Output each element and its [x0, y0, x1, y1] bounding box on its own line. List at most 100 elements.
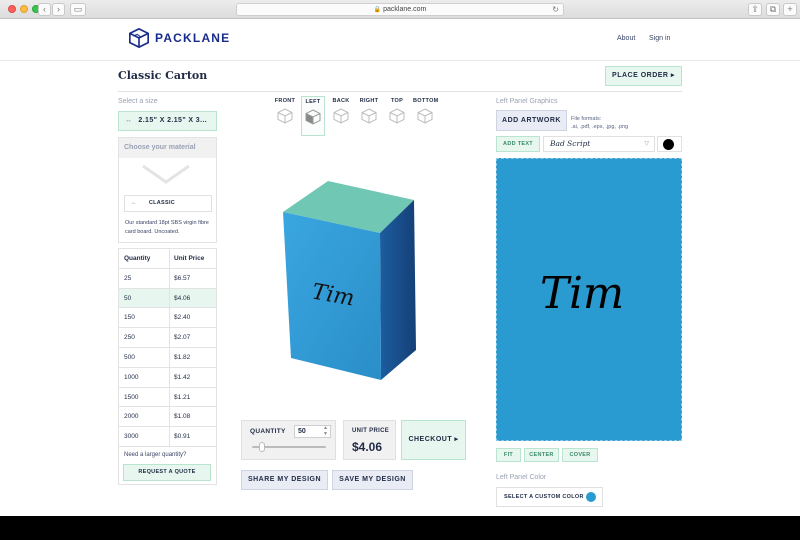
save-design-button[interactable]: SAVE MY DESIGN	[332, 470, 413, 490]
resize-arrows-icon: ↔	[131, 200, 137, 206]
pricing-table: Quantity Unit Price 25 $6.57 50 $4.06 150 $…	[118, 248, 217, 447]
box-3d-preview[interactable]: Tim	[270, 178, 440, 388]
canvas-artwork[interactable]: Tim	[497, 159, 681, 440]
unit-price-value: $4.06	[352, 440, 383, 454]
minimize-window-button[interactable]	[20, 5, 28, 13]
center-button[interactable]: CENTER	[524, 448, 559, 462]
request-quote-button[interactable]: REQUEST A QUOTE	[123, 464, 211, 481]
sidebar-toggle-icon[interactable]: ▭	[70, 3, 86, 16]
view-label: TOP	[390, 98, 404, 104]
material-option-classic[interactable]: ↔ CLASSIC	[124, 195, 212, 212]
table-row[interactable]: 1000 $1.42	[119, 367, 216, 388]
quantity-control: QUANTITY 50 ▲ ▼	[241, 420, 336, 460]
font-value: Bad Script	[550, 139, 591, 148]
quantity-cell: 250	[119, 328, 170, 347]
share-design-button[interactable]: SHARE MY DESIGN	[241, 470, 328, 490]
table-row-selected[interactable]: 50 $4.06	[119, 288, 216, 309]
material-description: Our standard 18pt SBS virgin fibre card …	[125, 220, 209, 235]
nav-signin-link[interactable]: Sign in	[649, 35, 670, 42]
quantity-cell: 50	[119, 288, 170, 308]
text-color-swatch[interactable]	[663, 139, 674, 150]
quantity-cell: 1000	[119, 367, 170, 387]
cube-front-icon	[277, 108, 293, 124]
cube-right-icon	[361, 108, 377, 124]
address-bar[interactable]: 🔒 packlane.com ↻	[236, 3, 564, 16]
cube-top-icon	[389, 108, 405, 124]
quantity-value: 50	[298, 428, 306, 435]
back-arrow-icon[interactable]: ‹	[38, 3, 51, 16]
view-tab-front[interactable]: FRONT	[273, 96, 297, 136]
table-row[interactable]: 3000 $0.91	[119, 427, 216, 447]
quantity-cell: 2000	[119, 407, 170, 427]
view-tab-back[interactable]: BACK	[329, 96, 353, 136]
quantity-cell: 25	[119, 268, 170, 288]
chevron-down-icon[interactable]	[141, 162, 191, 186]
view-tab-top[interactable]: TOP	[385, 96, 409, 136]
cover-button[interactable]: COVER	[562, 448, 598, 462]
table-row[interactable]: 1500 $1.21	[119, 387, 216, 408]
price-cell: $1.08	[174, 413, 191, 421]
price-cell: $1.82	[174, 353, 191, 361]
custom-color-label: SELECT A CUSTOM COLOR	[504, 494, 584, 500]
panel-color-label: Left Panel Color	[496, 474, 547, 481]
new-tab-icon[interactable]: +	[783, 3, 797, 16]
price-cell: $1.21	[174, 393, 191, 401]
tabs-overview-icon[interactable]: ⧉	[766, 3, 780, 16]
price-cell: $6.57	[174, 274, 191, 282]
quantity-slider-thumb[interactable]	[259, 442, 265, 452]
browser-window: ‹ › ▭ 🔒 packlane.com ↻ ⇪ ⧉ + PACKLANE Abo…	[0, 0, 800, 516]
place-order-button[interactable]: PLACE ORDER ▸	[605, 66, 682, 86]
share-icon[interactable]: ⇪	[748, 3, 762, 16]
table-row[interactable]: 25 $6.57	[119, 268, 216, 289]
unit-price-display: UNIT PRICE $4.06	[343, 420, 396, 460]
quantity-cell: 1500	[119, 387, 170, 407]
font-select[interactable]: Bad Script ▽	[543, 136, 655, 152]
price-cell: $4.06	[174, 294, 191, 302]
view-label: FRONT	[274, 98, 296, 104]
quantity-stepper[interactable]: 50 ▲ ▼	[294, 425, 331, 438]
table-row[interactable]: 500 $1.82	[119, 347, 216, 368]
size-section-label: Select a size	[118, 98, 158, 105]
price-cell: $1.42	[174, 373, 191, 381]
reload-icon[interactable]: ↻	[552, 4, 559, 15]
size-selector-button[interactable]: ↔ 2.15" X 2.15" X 3...	[118, 111, 217, 131]
view-label: BOTTOM	[413, 98, 439, 104]
lock-icon: 🔒	[373, 7, 382, 13]
close-window-button[interactable]	[8, 5, 16, 13]
quantity-cell: 500	[119, 347, 170, 367]
title-divider	[118, 91, 682, 92]
table-row[interactable]: 2000 $1.08	[119, 407, 216, 428]
quantity-cell: 3000	[119, 427, 170, 446]
quantity-cell: 150	[119, 308, 170, 328]
file-formats-label: File formats:	[571, 116, 602, 122]
column-header-unit-price: Unit Price	[174, 255, 205, 262]
price-cell: $0.91	[174, 433, 191, 441]
file-formats-list: .ai, .pdf, .eps, .jpg, .png	[571, 124, 629, 130]
material-header: Choose your material	[119, 138, 216, 158]
larger-quantity-question: Need a larger quantity?	[124, 452, 187, 458]
column-header-quantity: Quantity	[119, 249, 170, 268]
view-tab-right[interactable]: RIGHT	[357, 96, 381, 136]
forward-arrow-icon[interactable]: ›	[52, 3, 65, 16]
resize-arrows-icon: ↔	[125, 117, 133, 124]
material-option-label: CLASSIC	[148, 200, 176, 206]
view-tab-left[interactable]: LEFT	[301, 96, 325, 136]
panel-design-canvas[interactable]: Tim	[496, 158, 682, 441]
stepper-arrows-icon[interactable]: ▲ ▼	[323, 425, 328, 437]
add-artwork-button[interactable]: ADD ARTWORK	[496, 110, 567, 131]
file-formats-note: File formats: .ai, .pdf, .eps, .jpg, .pn…	[571, 115, 628, 131]
nav-about-link[interactable]: About	[617, 35, 635, 42]
larger-quantity-box: Need a larger quantity? REQUEST A QUOTE	[118, 446, 217, 485]
cube-left-icon	[305, 109, 321, 125]
table-row[interactable]: 150 $2.40	[119, 308, 216, 329]
add-text-button[interactable]: ADD TEXT	[496, 136, 540, 152]
view-selector: FRONT LEFT BACK RIGHT TOP BOTTOM	[270, 96, 440, 136]
fit-button[interactable]: FIT	[496, 448, 521, 462]
brand-logo[interactable]: PACKLANE	[128, 27, 230, 49]
view-tab-bottom[interactable]: BOTTOM	[413, 96, 439, 136]
checkout-button[interactable]: CHECKOUT ▸	[401, 420, 466, 460]
graphics-section-label: Left Panel Graphics	[496, 98, 558, 105]
table-row[interactable]: 250 $2.07	[119, 328, 216, 348]
custom-color-button[interactable]: SELECT A CUSTOM COLOR	[496, 487, 603, 507]
cube-bottom-icon	[417, 108, 433, 124]
